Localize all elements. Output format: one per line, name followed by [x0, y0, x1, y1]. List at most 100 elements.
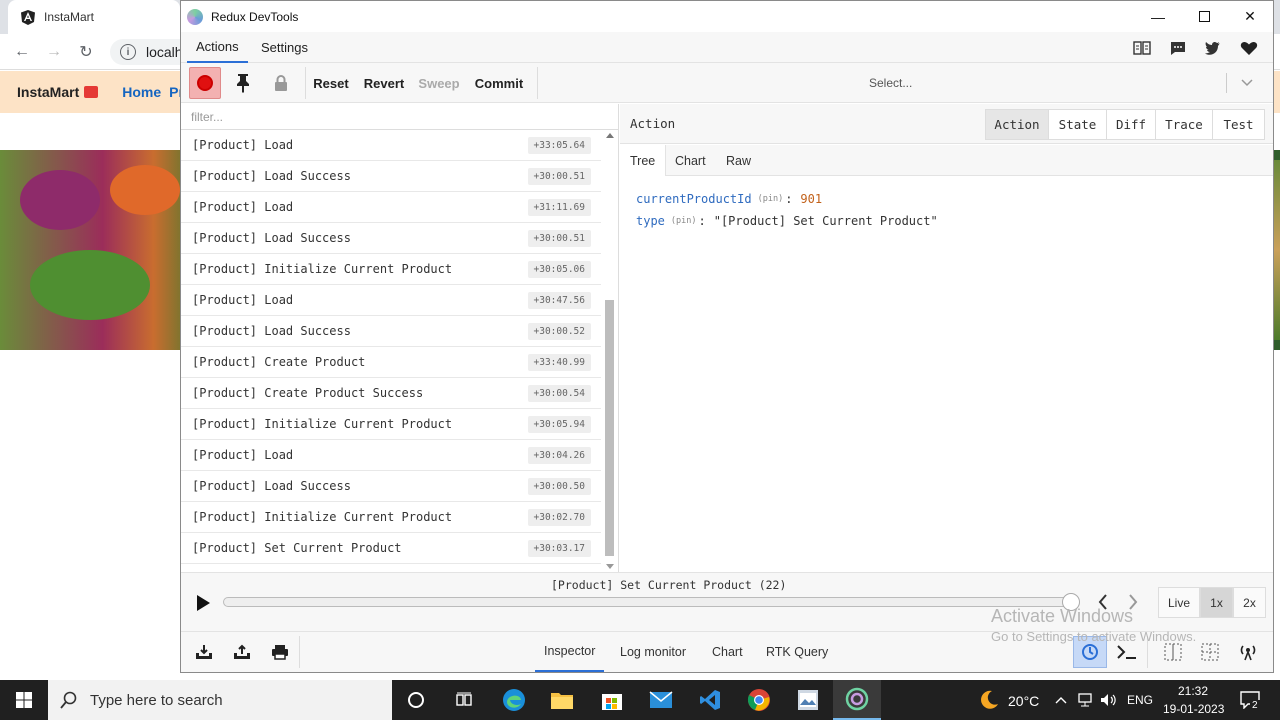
tab-action[interactable]: Action [985, 109, 1049, 140]
mail-icon[interactable] [637, 680, 685, 720]
chat-feedback-icon[interactable] [1168, 39, 1188, 57]
clock-time[interactable]: 21:32 [1178, 684, 1208, 698]
menu-tab-actions[interactable]: Actions [187, 32, 248, 63]
action-row[interactable]: [Product] Load Success +30:00.51 [181, 223, 601, 254]
tab-state[interactable]: State [1048, 109, 1107, 140]
revert-button[interactable]: Revert [361, 67, 407, 99]
action-row[interactable]: [Product] Create Product Success +30:00.5… [181, 378, 601, 409]
back-arrow-icon[interactable]: ← [12, 42, 32, 62]
edge-icon[interactable] [490, 680, 538, 720]
grid-toggle-icon[interactable] [1199, 641, 1221, 663]
filter-input[interactable] [181, 104, 618, 130]
vscode-icon[interactable] [686, 680, 734, 720]
address-text: localh [146, 44, 183, 60]
commit-button[interactable]: Commit [473, 67, 525, 99]
reset-button[interactable]: Reset [311, 67, 351, 99]
sweep-button[interactable]: Sweep [417, 67, 461, 99]
docs-book-icon[interactable] [1132, 39, 1152, 57]
action-row[interactable]: [Product] Create Product +33:40.99 [181, 347, 601, 378]
tab-trace[interactable]: Trace [1155, 109, 1213, 140]
microsoft-store-icon[interactable] [588, 680, 636, 720]
monitor-tab-chart[interactable]: Chart [712, 632, 743, 672]
slider-track[interactable] [223, 597, 1073, 607]
action-row[interactable]: [Product] Load +31:11.69 [181, 192, 601, 223]
lock-icon[interactable] [269, 67, 293, 99]
chevron-down-icon[interactable] [1237, 73, 1257, 93]
input-language[interactable]: ENG [1127, 693, 1153, 707]
file-explorer-icon[interactable] [538, 680, 586, 720]
step-back-icon[interactable] [1092, 591, 1114, 613]
record-button[interactable] [189, 67, 221, 99]
weather-moon-icon[interactable] [976, 688, 1000, 712]
action-row[interactable]: [Product] Initialize Current Product +30:… [181, 409, 601, 440]
tab-diff[interactable]: Diff [1106, 109, 1156, 140]
tree-row[interactable]: type (pin) : "[Product] Set Current Prod… [636, 210, 938, 232]
slider-thumb[interactable] [1062, 593, 1080, 611]
action-row[interactable]: [Product] Set Current Product +30:03.17 [181, 533, 601, 564]
dispatcher-toggle-icon[interactable] [1073, 636, 1107, 668]
minimize-icon[interactable]: — [1135, 1, 1181, 32]
tree-pin-link[interactable]: (pin) [758, 194, 784, 204]
scroll-up-icon[interactable] [606, 133, 614, 138]
clock-date[interactable]: 19-01-2023 [1163, 702, 1224, 716]
subtab-tree[interactable]: Tree [620, 145, 667, 176]
terminal-icon[interactable] [1116, 641, 1138, 663]
photos-app-icon[interactable] [784, 680, 832, 720]
menu-tab-settings[interactable]: Settings [261, 32, 308, 63]
tab-test[interactable]: Test [1212, 109, 1265, 140]
window-title-bar[interactable]: Redux DevTools — ✕ [181, 1, 1273, 32]
scrollbar-thumb[interactable] [605, 300, 614, 556]
monitor-tab-rtk-query[interactable]: RTK Query [766, 632, 828, 672]
maximize-icon[interactable] [1181, 1, 1227, 32]
instance-select[interactable]: Select... [541, 67, 1263, 99]
network-icon[interactable] [1076, 691, 1094, 709]
action-list-scrollbar[interactable] [602, 130, 617, 572]
action-row[interactable]: [Product] Load +30:04.26 [181, 440, 601, 471]
import-icon[interactable] [193, 641, 215, 663]
info-icon[interactable]: i [120, 44, 136, 60]
action-row[interactable]: [Product] Initialize Current Product +30:… [181, 254, 601, 285]
action-row[interactable]: [Product] Initialize Current Product +30:… [181, 502, 601, 533]
step-forward-icon[interactable] [1122, 591, 1144, 613]
print-icon[interactable] [269, 641, 291, 663]
pin-icon[interactable] [231, 67, 255, 99]
chevron-up-icon[interactable] [1052, 691, 1070, 709]
action-row[interactable]: [Product] Load Success +30:00.50 [181, 471, 601, 502]
export-icon[interactable] [231, 641, 253, 663]
action-row[interactable]: [Product] Load Success +30:00.52 [181, 316, 601, 347]
close-icon[interactable]: ✕ [1227, 1, 1273, 32]
task-view-icon[interactable] [440, 680, 488, 720]
forward-arrow-icon[interactable]: → [44, 42, 64, 62]
scroll-down-icon[interactable] [606, 564, 614, 569]
reload-icon[interactable]: ↻ [76, 42, 96, 62]
app-brand[interactable]: InstaMart [17, 84, 99, 100]
subtab-raw[interactable]: Raw [726, 145, 751, 176]
taskbar-search-box[interactable]: Type here to search [48, 680, 392, 720]
volume-icon[interactable] [1100, 691, 1118, 709]
speed-1x-button[interactable]: 1x [1200, 587, 1233, 618]
slider-toggle-icon[interactable] [1162, 641, 1184, 663]
twitter-icon[interactable] [1203, 39, 1223, 57]
action-row[interactable]: [Product] Load +33:05.64 [181, 130, 601, 161]
monitor-tab-log-monitor[interactable]: Log monitor [620, 632, 686, 672]
nav-home-link[interactable]: Home [122, 84, 161, 100]
monitor-tab-inspector[interactable]: Inspector [535, 632, 605, 672]
redux-devtools-taskbar-icon[interactable] [833, 680, 881, 720]
search-placeholder: Type here to search [90, 691, 223, 709]
subtab-chart[interactable]: Chart [675, 145, 706, 176]
remote-antenna-icon[interactable] [1237, 641, 1259, 663]
tree-row[interactable]: currentProductId (pin) : 901 [636, 188, 938, 210]
action-row[interactable]: [Product] Load +30:47.56 [181, 285, 601, 316]
heart-icon[interactable] [1239, 39, 1259, 57]
browser-tab[interactable]: InstaMart [8, 0, 180, 34]
instance-select-value: Select... [869, 76, 913, 90]
windows-start-icon[interactable] [0, 680, 48, 720]
live-button[interactable]: Live [1158, 587, 1200, 618]
play-icon[interactable] [195, 594, 211, 612]
weather-temperature[interactable]: 20°C [1008, 693, 1039, 709]
tree-pin-link[interactable]: (pin) [671, 216, 697, 226]
speed-2x-button[interactable]: 2x [1233, 587, 1266, 618]
chrome-icon[interactable] [735, 680, 783, 720]
cortana-icon[interactable] [392, 680, 440, 720]
action-row[interactable]: [Product] Load Success +30:00.51 [181, 161, 601, 192]
